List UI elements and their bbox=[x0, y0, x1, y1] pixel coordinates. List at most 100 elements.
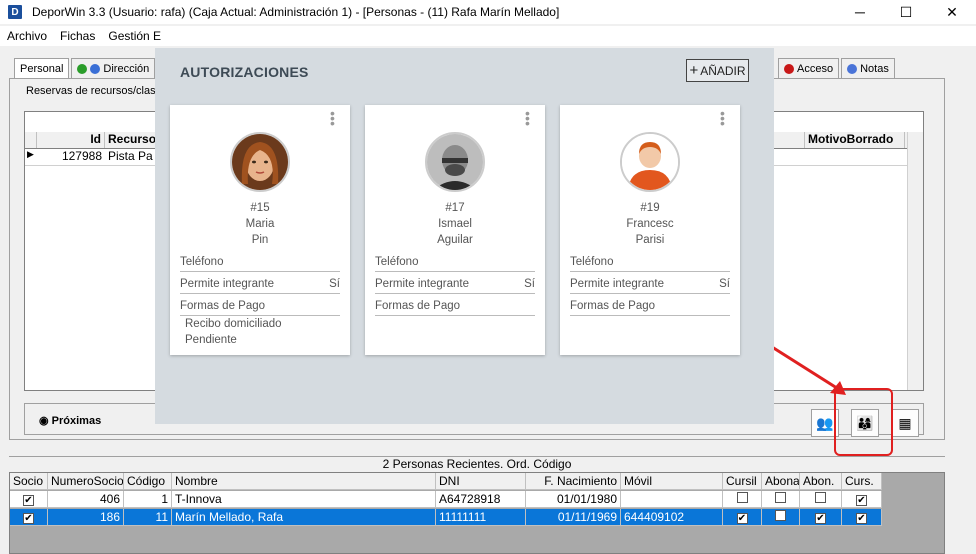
authorization-card[interactable]: • • • #15 Maria Pin Teléfono Permite integ… bbox=[170, 105, 350, 355]
permit-value: Sí bbox=[329, 278, 340, 290]
abona-checkbox[interactable] bbox=[775, 510, 786, 521]
close-button[interactable]: ✕ bbox=[929, 0, 975, 24]
cell-movil: 644409102 bbox=[621, 509, 723, 526]
blue-dot-icon bbox=[90, 63, 101, 74]
radio-proximas-label: Próximas bbox=[51, 415, 102, 427]
col-nacimiento[interactable]: F. Nacimiento bbox=[526, 473, 621, 490]
red-dot-icon bbox=[784, 63, 794, 74]
phone-field: Teléfono bbox=[180, 256, 340, 272]
plus-icon: + bbox=[689, 62, 699, 79]
table-row-selected[interactable]: ✔ 186 11 Marín Mellado, Rafa 11111111 01… bbox=[10, 509, 882, 526]
table-row[interactable]: ✔ 406 1 T-Innova A64728918 01/01/1980 ✔ bbox=[10, 491, 882, 508]
radio-proximas[interactable]: ◉ Próximas bbox=[39, 414, 101, 427]
col-dni[interactable]: DNI bbox=[436, 473, 526, 490]
card-last-name: Parisi bbox=[635, 234, 665, 246]
grid-export-button[interactable]: ▦ bbox=[891, 409, 919, 437]
payment-field: Formas de Pago bbox=[570, 300, 730, 316]
permit-value: Sí bbox=[719, 278, 730, 290]
cell-dni: 11111111 bbox=[436, 509, 526, 526]
phone-label: Teléfono bbox=[180, 256, 224, 268]
tabs-left: Personal Dirección bbox=[14, 58, 157, 78]
man-photo-avatar-icon bbox=[425, 132, 485, 192]
cell-nacimiento: 01/11/1969 bbox=[526, 509, 621, 526]
col-cursil[interactable]: Cursil bbox=[723, 473, 762, 490]
col-numero-socio[interactable]: NumeroSocio bbox=[48, 473, 124, 490]
cell-nombre: T-Innova bbox=[172, 491, 436, 508]
curs-checkbox[interactable]: ✔ bbox=[856, 513, 867, 524]
col-nombre[interactable]: Nombre bbox=[172, 473, 436, 490]
recent-header: Socio NumeroSocio Código Nombre DNI F. N… bbox=[10, 473, 882, 490]
col-curs[interactable]: Curs. bbox=[842, 473, 882, 490]
more-options-icon[interactable]: • • • bbox=[330, 106, 336, 130]
permit-label: Permite integrante bbox=[180, 278, 274, 290]
permit-label: Permite integrante bbox=[570, 278, 664, 290]
more-options-icon[interactable]: • • • bbox=[525, 106, 531, 130]
more-options-icon[interactable]: • • • bbox=[720, 106, 726, 130]
add-authorization-button[interactable]: + AÑADIR bbox=[686, 59, 749, 82]
section-label: Reservas de recursos/clase bbox=[26, 85, 162, 97]
abon-checkbox[interactable]: ✔ bbox=[815, 513, 826, 524]
permit-value: Sí bbox=[524, 278, 535, 290]
add-button-label: AÑADIR bbox=[700, 63, 746, 78]
col-abona[interactable]: Abona bbox=[762, 473, 800, 490]
tab-notas-label: Notas bbox=[860, 62, 889, 75]
permit-field: Permite integrante Sí bbox=[180, 278, 340, 294]
tab-notas[interactable]: Notas bbox=[841, 58, 895, 78]
col-id[interactable]: Id bbox=[37, 132, 105, 148]
cursil-checkbox[interactable] bbox=[736, 492, 748, 503]
authorizations-overlay: AUTORIZACIONES + AÑADIR • • • #15 Maria Pi… bbox=[155, 48, 774, 424]
cell-codigo: 11 bbox=[124, 509, 172, 526]
col-abon[interactable]: Abon. bbox=[800, 473, 842, 490]
menu-gestion[interactable]: Gestión E bbox=[108, 29, 161, 43]
tab-direccion-label: Dirección bbox=[103, 62, 150, 75]
cell-id: 127988 bbox=[61, 149, 102, 163]
permit-field: Permite integrante Sí bbox=[570, 278, 730, 294]
tab-personal[interactable]: Personal bbox=[14, 58, 70, 78]
cell-numero: 406 bbox=[48, 491, 124, 508]
card-number: #19 bbox=[640, 202, 660, 214]
vertical-scrollbar[interactable] bbox=[907, 132, 923, 390]
payment-status: Pendiente bbox=[185, 334, 237, 346]
col-codigo[interactable]: Código bbox=[124, 473, 172, 490]
phone-label: Teléfono bbox=[570, 256, 614, 268]
authorization-card[interactable]: • • • #19 Francesc Parisi Teléfono Permite… bbox=[560, 105, 740, 355]
card-first-name: Francesc bbox=[626, 218, 674, 230]
abon-checkbox[interactable] bbox=[815, 492, 826, 503]
row-pointer-icon: ▶ bbox=[27, 149, 34, 159]
curs-checkbox[interactable]: ✔ bbox=[856, 495, 867, 506]
payment-field: Formas de Pago bbox=[180, 300, 340, 316]
menu-archivo[interactable]: Archivo bbox=[7, 29, 47, 43]
card-last-name: Aguilar bbox=[437, 234, 473, 246]
col-motivo-borrado[interactable]: MotivoBorrado bbox=[805, 132, 905, 148]
cell-numero: 186 bbox=[48, 509, 124, 526]
tab-direccion[interactable]: Dirección bbox=[71, 58, 156, 78]
maximize-button[interactable]: ☐ bbox=[883, 0, 929, 24]
cell-codigo: 1 bbox=[124, 491, 172, 508]
authorization-card[interactable]: • • • #17 Ismael Aguilar Teléfono Permite … bbox=[365, 105, 545, 355]
payment-field: Formas de Pago bbox=[375, 300, 535, 316]
cell-dni: A64728918 bbox=[436, 491, 526, 508]
red-arrow-icon bbox=[771, 345, 846, 395]
card-first-name: Maria bbox=[245, 218, 275, 230]
permit-label: Permite integrante bbox=[375, 278, 469, 290]
default-user-avatar-icon bbox=[620, 132, 680, 192]
permit-field: Permite integrante Sí bbox=[375, 278, 535, 294]
menu-fichas[interactable]: Fichas bbox=[60, 29, 95, 43]
blue-dot-icon bbox=[847, 63, 858, 74]
cursil-checkbox[interactable]: ✔ bbox=[736, 513, 748, 524]
recent-title: 2 Personas Recientes. Ord. Código bbox=[9, 456, 945, 472]
phone-field: Teléfono bbox=[375, 256, 535, 272]
overlay-title: AUTORIZACIONES bbox=[180, 64, 309, 80]
socio-checkbox[interactable]: ✔ bbox=[23, 513, 34, 524]
socio-checkbox[interactable]: ✔ bbox=[23, 495, 34, 506]
cell-nombre: Marín Mellado, Rafa bbox=[172, 509, 436, 526]
tab-acceso[interactable]: Acceso bbox=[778, 58, 840, 78]
col-movil[interactable]: Móvil bbox=[621, 473, 723, 490]
payment-label: Formas de Pago bbox=[375, 300, 461, 312]
abona-checkbox[interactable] bbox=[775, 492, 786, 503]
tabs-right: Acceso Notas bbox=[778, 58, 897, 78]
minimize-button[interactable]: ─ bbox=[837, 0, 883, 24]
payment-label: Formas de Pago bbox=[570, 300, 656, 312]
col-socio[interactable]: Socio bbox=[10, 473, 48, 490]
cell-nacimiento: 01/01/1980 bbox=[526, 491, 621, 508]
